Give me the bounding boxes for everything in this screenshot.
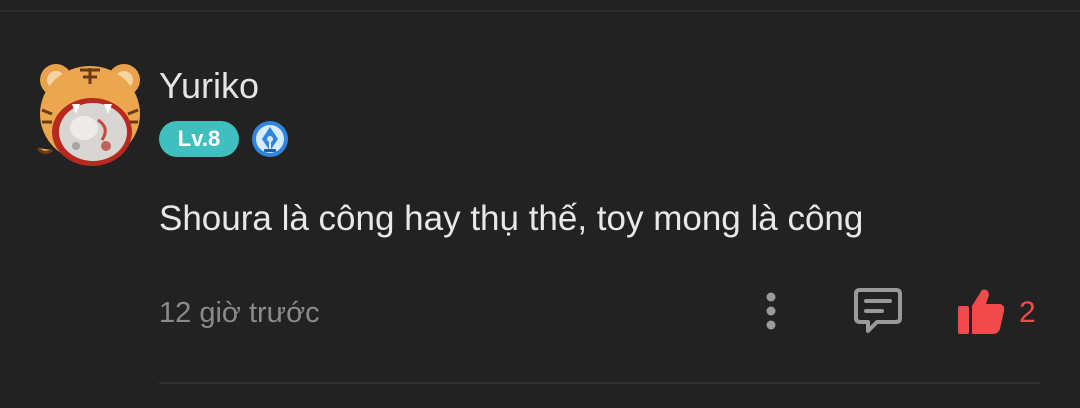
more-vertical-icon <box>766 292 776 330</box>
comment-text: Shoura là công hay thụ thế, toy mong là … <box>159 199 864 238</box>
reply-button[interactable] <box>851 284 905 338</box>
top-divider <box>0 10 1080 12</box>
level-badge: Lv.8 <box>159 121 239 157</box>
bottom-divider <box>159 382 1040 384</box>
like-button[interactable] <box>954 286 1008 338</box>
like-count: 2 <box>1019 296 1036 329</box>
creator-badge <box>251 120 289 158</box>
comment-bubble-icon <box>854 288 902 333</box>
pen-nib-badge-icon <box>252 121 288 157</box>
tiger-avatar-icon <box>36 64 140 166</box>
username[interactable]: Yuriko <box>159 66 259 106</box>
more-options-button[interactable] <box>751 288 791 336</box>
user-avatar[interactable] <box>36 58 144 168</box>
thumbs-up-icon <box>958 289 1005 334</box>
timestamp: 12 giờ trước <box>159 297 320 329</box>
